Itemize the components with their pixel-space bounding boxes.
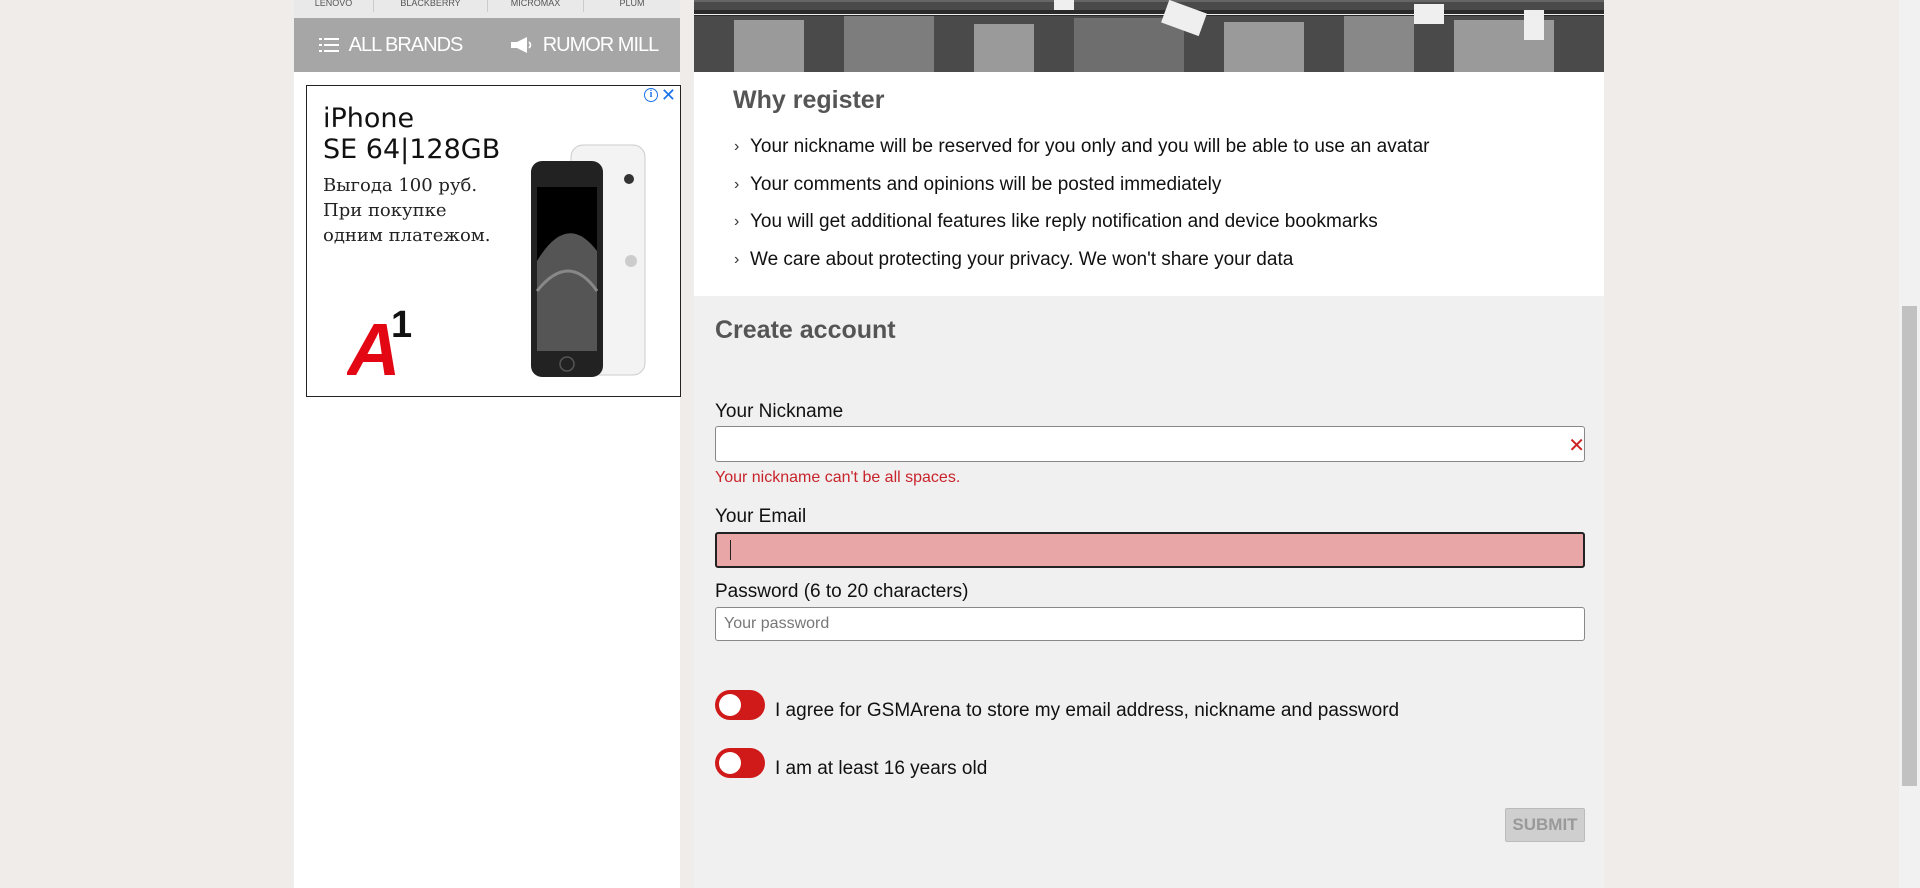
scrollbar-thumb[interactable] — [1902, 306, 1917, 786]
all-brands-button[interactable]: ALL BRANDS — [294, 18, 487, 72]
nickname-label: Your Nickname — [715, 401, 844, 422]
nickname-error-message: Your nickname can't be all spaces. — [715, 469, 961, 486]
list-icon — [318, 38, 339, 52]
header-image — [694, 0, 1604, 72]
why-register-section: Why register › Your nickname will be rese… — [694, 72, 1604, 296]
password-input[interactable] — [715, 607, 1585, 641]
toggle-knob — [719, 752, 741, 774]
password-label: Password (6 to 20 characters) — [715, 581, 969, 602]
page-scrollbar[interactable] — [1899, 0, 1920, 888]
ad-sub-line-1: Выгода 100 руб. — [323, 175, 478, 196]
iphone-image — [529, 141, 649, 386]
list-item: › Your nickname will be reserved for you … — [734, 136, 1429, 174]
agree-toggle[interactable] — [715, 690, 765, 720]
list-item: › Your comments and opinions will be post… — [734, 174, 1429, 212]
chevron-right-icon: › — [734, 175, 740, 193]
list-item: › We care about protecting your privacy. … — [734, 249, 1429, 287]
benefit-text: Your nickname will be reserved for you o… — [750, 136, 1430, 157]
benefit-text: We care about protecting your privacy. W… — [750, 248, 1294, 270]
nickname-input[interactable] — [715, 426, 1585, 462]
advertisement[interactable]: i ✕ iPhone SE 64|128GB Выгода 100 руб. П… — [306, 85, 681, 397]
benefits-list: › Your nickname will be reserved for you … — [734, 136, 1429, 286]
why-register-title: Why register — [733, 86, 885, 114]
svg-text:1: 1 — [391, 304, 412, 346]
create-account-title: Create account — [715, 316, 896, 344]
sidebar-nav: ALL BRANDS RUMOR MILL — [294, 18, 680, 72]
brand-strip: LENOVO BLACKBERRY MICROMAX PLUM — [294, 0, 680, 18]
benefit-text: Your comments and opinions will be poste… — [750, 173, 1222, 195]
ad-sub-line-2: При покупке — [323, 200, 447, 221]
a1-logo: A 1 — [345, 301, 427, 391]
ad-close-icon[interactable]: ✕ — [661, 86, 676, 104]
brand-link-blackberry[interactable]: BLACKBERRY — [374, 0, 488, 12]
rumor-mill-label: RUMOR MILL — [542, 33, 660, 56]
ad-sub-line-3: одним платежом. — [323, 225, 491, 246]
brand-link-lenovo[interactable]: LENOVO — [294, 0, 374, 12]
ad-info-icon[interactable]: i — [644, 88, 658, 102]
ad-title-line-2: SE 64|128GB — [323, 134, 501, 165]
rumor-mill-button[interactable]: RUMOR MILL — [487, 18, 680, 72]
age-toggle[interactable] — [715, 748, 765, 778]
chevron-right-icon: › — [734, 213, 740, 230]
chevron-right-icon: › — [734, 250, 740, 268]
list-item: › You will get additional features like r… — [734, 211, 1429, 249]
chevron-right-icon: › — [734, 138, 740, 155]
submit-button[interactable]: SUBMIT — [1505, 808, 1585, 842]
benefit-text: You will get additional features like re… — [750, 211, 1378, 232]
all-brands-label: ALL BRANDS — [348, 33, 464, 56]
toggle-knob — [719, 694, 741, 716]
email-label: Your Email — [715, 506, 807, 527]
agree-label: I agree for GSMArena to store my email a… — [775, 700, 1400, 721]
create-account-form: Create account Your Nickname ✕ Your nick… — [694, 296, 1604, 888]
ad-subtitle: Выгода 100 руб. При покупке одним платеж… — [323, 173, 491, 248]
ad-title: iPhone SE 64|128GB — [323, 103, 500, 165]
clear-icon[interactable]: ✕ — [1568, 436, 1585, 456]
megaphone-icon — [510, 37, 531, 53]
age-label: I am at least 16 years old — [775, 758, 988, 779]
brand-link-micromax[interactable]: MICROMAX — [488, 0, 584, 12]
text-caret — [730, 540, 731, 560]
ad-title-line-1: iPhone — [323, 103, 415, 134]
email-input[interactable] — [715, 532, 1585, 568]
brand-link-plum[interactable]: PLUM — [584, 0, 680, 12]
